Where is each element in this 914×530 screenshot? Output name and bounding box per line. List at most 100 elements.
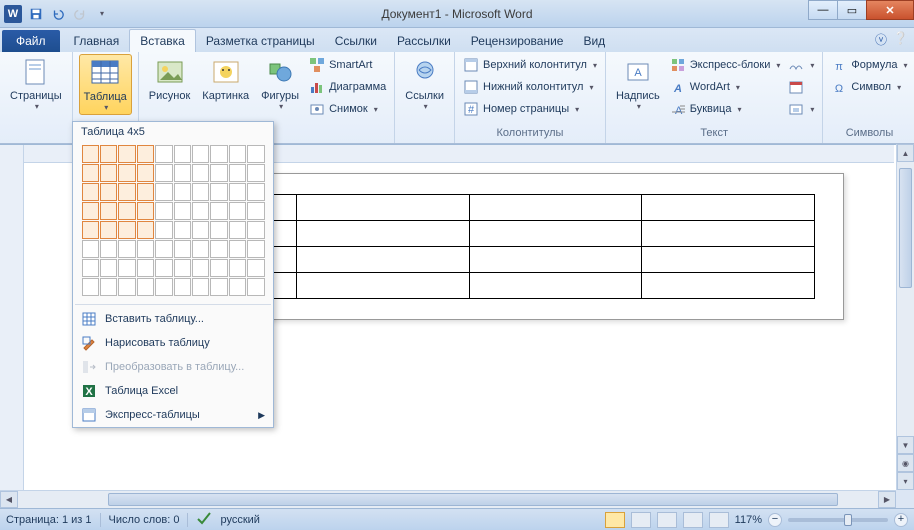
- grid-cell[interactable]: [174, 240, 191, 258]
- maximize-button[interactable]: ▭: [837, 0, 867, 20]
- grid-cell[interactable]: [210, 259, 227, 277]
- grid-cell[interactable]: [100, 221, 117, 239]
- grid-cell[interactable]: [192, 145, 209, 163]
- grid-cell[interactable]: [137, 164, 154, 182]
- save-button[interactable]: [26, 4, 46, 24]
- grid-cell[interactable]: [118, 145, 135, 163]
- spellcheck-icon[interactable]: [196, 511, 212, 528]
- grid-cell[interactable]: [174, 164, 191, 182]
- minimize-ribbon-icon[interactable]: ⓥ: [875, 31, 887, 48]
- grid-cell[interactable]: [155, 202, 172, 220]
- grid-cell[interactable]: [100, 259, 117, 277]
- grid-cell[interactable]: [137, 221, 154, 239]
- scroll-right-button[interactable]: ▶: [878, 491, 896, 508]
- draft-view[interactable]: [709, 512, 729, 528]
- grid-cell[interactable]: [229, 202, 246, 220]
- zoom-in-button[interactable]: +: [894, 513, 908, 527]
- grid-cell[interactable]: [229, 164, 246, 182]
- textbox-button[interactable]: A Надпись▾: [612, 54, 664, 113]
- grid-cell[interactable]: [118, 183, 135, 201]
- grid-cell[interactable]: [118, 259, 135, 277]
- grid-cell[interactable]: [192, 183, 209, 201]
- quickparts-button[interactable]: Экспресс-блоки▾: [668, 54, 783, 76]
- grid-cell[interactable]: [137, 183, 154, 201]
- grid-cell[interactable]: [100, 183, 117, 201]
- footer-button[interactable]: Нижний колонтитул▾: [461, 76, 599, 98]
- datetime-button[interactable]: [786, 76, 816, 98]
- grid-cell[interactable]: [210, 164, 227, 182]
- smartart-button[interactable]: SmartArt: [307, 54, 388, 76]
- chart-button[interactable]: Диаграмма: [307, 76, 388, 98]
- grid-cell[interactable]: [174, 278, 191, 296]
- grid-cell[interactable]: [229, 259, 246, 277]
- word-count[interactable]: Число слов: 0: [109, 514, 180, 526]
- tab-mailings[interactable]: Рассылки: [387, 30, 461, 52]
- shapes-button[interactable]: Фигуры▾: [257, 54, 303, 113]
- equation-button[interactable]: πФормула▾: [829, 54, 909, 76]
- web-layout-view[interactable]: [657, 512, 677, 528]
- grid-cell[interactable]: [82, 221, 99, 239]
- grid-cell[interactable]: [82, 164, 99, 182]
- grid-cell[interactable]: [82, 183, 99, 201]
- grid-cell[interactable]: [100, 278, 117, 296]
- help-icon[interactable]: ❔: [893, 31, 908, 48]
- signature-button[interactable]: ▾: [786, 54, 816, 76]
- grid-cell[interactable]: [210, 145, 227, 163]
- grid-cell[interactable]: [210, 221, 227, 239]
- grid-cell[interactable]: [82, 240, 99, 258]
- grid-cell[interactable]: [155, 164, 172, 182]
- next-page-button[interactable]: ▾: [897, 472, 914, 490]
- wordart-button[interactable]: AWordArt▾: [668, 76, 783, 98]
- grid-cell[interactable]: [192, 259, 209, 277]
- grid-cell[interactable]: [192, 202, 209, 220]
- scroll-up-button[interactable]: ▲: [897, 144, 914, 162]
- clipart-button[interactable]: Картинка: [198, 54, 253, 104]
- tab-file[interactable]: Файл: [2, 30, 60, 52]
- grid-cell[interactable]: [229, 183, 246, 201]
- fullscreen-view[interactable]: [631, 512, 651, 528]
- grid-cell[interactable]: [247, 259, 264, 277]
- vertical-scrollbar[interactable]: ▲ ▼ ◉ ▾: [896, 144, 914, 490]
- grid-cell[interactable]: [229, 240, 246, 258]
- quick-tables-item[interactable]: Экспресс-таблицы▶: [73, 403, 273, 427]
- grid-cell[interactable]: [210, 183, 227, 201]
- undo-button[interactable]: [48, 4, 68, 24]
- grid-cell[interactable]: [247, 145, 264, 163]
- grid-cell[interactable]: [82, 259, 99, 277]
- grid-cell[interactable]: [247, 164, 264, 182]
- grid-cell[interactable]: [229, 145, 246, 163]
- grid-cell[interactable]: [247, 278, 264, 296]
- scroll-left-button[interactable]: ◀: [0, 491, 18, 508]
- prev-page-button[interactable]: ◉: [897, 454, 914, 472]
- pagenumber-button[interactable]: #Номер страницы▾: [461, 98, 599, 120]
- grid-cell[interactable]: [210, 202, 227, 220]
- grid-cell[interactable]: [192, 240, 209, 258]
- grid-cell[interactable]: [174, 259, 191, 277]
- tab-layout[interactable]: Разметка страницы: [196, 30, 325, 52]
- table-grid-picker[interactable]: [73, 142, 273, 302]
- grid-cell[interactable]: [137, 240, 154, 258]
- dropcap-button[interactable]: AБуквица▾: [668, 98, 783, 120]
- grid-cell[interactable]: [118, 164, 135, 182]
- grid-cell[interactable]: [192, 164, 209, 182]
- table-button[interactable]: Таблица▾: [79, 54, 132, 115]
- grid-cell[interactable]: [155, 221, 172, 239]
- picture-button[interactable]: Рисунок: [145, 54, 195, 104]
- grid-cell[interactable]: [229, 278, 246, 296]
- horizontal-scrollbar[interactable]: ◀ ▶: [0, 490, 896, 508]
- object-button[interactable]: ▾: [786, 98, 816, 120]
- grid-cell[interactable]: [210, 278, 227, 296]
- grid-cell[interactable]: [137, 278, 154, 296]
- grid-cell[interactable]: [137, 145, 154, 163]
- grid-cell[interactable]: [118, 240, 135, 258]
- links-button[interactable]: Ссылки▾: [401, 54, 448, 113]
- grid-cell[interactable]: [118, 202, 135, 220]
- grid-cell[interactable]: [118, 221, 135, 239]
- grid-cell[interactable]: [247, 183, 264, 201]
- grid-cell[interactable]: [192, 221, 209, 239]
- grid-cell[interactable]: [118, 278, 135, 296]
- pages-button[interactable]: Страницы▾: [6, 54, 66, 113]
- screenshot-button[interactable]: Снимок▾: [307, 98, 388, 120]
- draw-table-item[interactable]: Нарисовать таблицу: [73, 331, 273, 355]
- close-button[interactable]: ✕: [866, 0, 914, 20]
